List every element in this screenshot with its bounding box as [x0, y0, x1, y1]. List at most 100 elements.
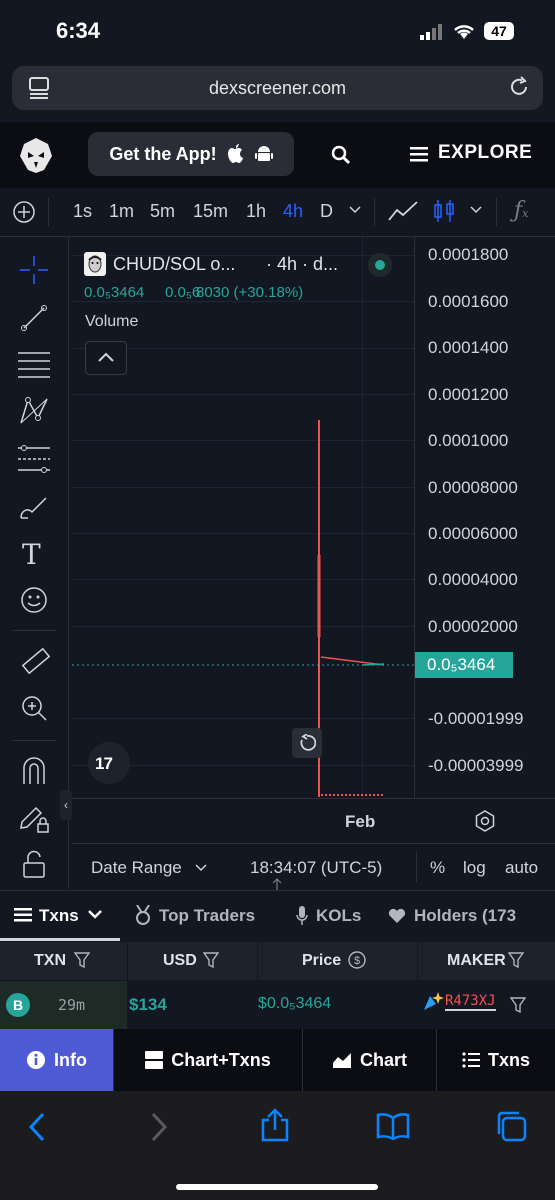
date-range-button[interactable]: Date Range: [91, 858, 182, 878]
txn-age: 29m: [58, 996, 86, 1014]
active-tab-indicator: [0, 938, 120, 941]
chevron-down-icon-4[interactable]: [88, 910, 102, 920]
url-text: dexscreener.com: [208, 78, 347, 98]
tab-holders[interactable]: Holders (173: [414, 906, 516, 926]
crosshair-icon[interactable]: [20, 256, 48, 284]
line-chart-icon[interactable]: [388, 200, 418, 222]
current-price-tag: 0.0₅3464: [415, 652, 513, 678]
dexscreener-logo[interactable]: [18, 136, 54, 174]
filter-icon[interactable]: [510, 997, 526, 1013]
menu-icon[interactable]: [410, 146, 428, 162]
y-tick: 0.0001000: [428, 431, 509, 450]
col-maker[interactable]: MAKER: [447, 952, 506, 970]
y-tick: 0.0001800: [428, 245, 509, 264]
toolbar-divider: [48, 198, 49, 226]
tf-d[interactable]: D: [320, 201, 333, 222]
filter-icon[interactable]: [203, 952, 219, 968]
tf-4h[interactable]: 4h: [283, 201, 303, 222]
info-tab-label: Info: [54, 1049, 87, 1070]
share-icon[interactable]: [260, 1108, 290, 1142]
reset-chart-button[interactable]: [292, 728, 322, 758]
search-icon[interactable]: [331, 145, 351, 165]
get-app-button[interactable]: Get the App!: [88, 132, 294, 176]
tab-txns[interactable]: Txns: [39, 906, 79, 926]
magnet-icon[interactable]: [20, 756, 48, 786]
forward-icon[interactable]: [148, 1112, 168, 1142]
chevron-down-icon-2[interactable]: [470, 206, 482, 214]
add-indicator-icon[interactable]: [12, 200, 36, 224]
brush-icon[interactable]: [18, 494, 50, 522]
tab-top-traders[interactable]: Top Traders: [159, 906, 255, 926]
tabs-icon[interactable]: [495, 1110, 527, 1142]
list-icon: [14, 908, 32, 922]
buy-badge: B: [6, 993, 30, 1017]
heart-icon: [388, 908, 406, 924]
price-series: [72, 237, 414, 797]
fib-icon[interactable]: [18, 444, 50, 474]
col-usd[interactable]: USD: [163, 952, 197, 970]
text-tool-icon[interactable]: T: [22, 538, 41, 571]
back-icon[interactable]: [28, 1112, 48, 1142]
chart-txns-tab[interactable]: Chart+Txns: [114, 1029, 302, 1091]
chevron-down-icon-3[interactable]: [195, 864, 207, 872]
pattern-icon[interactable]: [18, 396, 50, 426]
log-toggle[interactable]: log: [463, 858, 486, 878]
ruler-icon[interactable]: [20, 646, 50, 676]
percent-toggle[interactable]: %: [430, 858, 445, 878]
unlock-icon[interactable]: [22, 850, 48, 878]
txn-price: $0.0₅3464: [258, 995, 332, 1012]
tf-1s[interactable]: 1s: [73, 201, 92, 222]
toolbar-divider-2: [374, 198, 375, 226]
info-tab[interactable]: Info: [0, 1029, 113, 1091]
microphone-icon: [296, 906, 308, 926]
apple-icon: [227, 144, 243, 163]
timezone-clock[interactable]: 18:34:07 (UTC-5): [250, 858, 382, 878]
tf-5m[interactable]: 5m: [150, 201, 175, 222]
col-divider: [417, 942, 418, 980]
reset-icon: [300, 734, 316, 751]
horizontal-lines-icon[interactable]: [18, 350, 50, 380]
tools-divider: [12, 630, 56, 631]
auto-toggle[interactable]: auto: [505, 858, 538, 878]
y-tick: -0.00001999: [428, 709, 524, 728]
maker-address[interactable]: R473XJ: [445, 993, 496, 1011]
tf-1h[interactable]: 1h: [246, 201, 266, 222]
y-tick: 0.0001600: [428, 292, 509, 311]
chevron-down-icon[interactable]: [349, 206, 361, 214]
explore-button[interactable]: EXPLORE: [438, 142, 532, 164]
col-txn[interactable]: TXN: [34, 952, 66, 970]
tf-1m[interactable]: 1m: [109, 201, 134, 222]
area-chart-icon: [332, 1053, 351, 1068]
list-icon: [462, 1052, 480, 1068]
wifi-icon: [452, 22, 476, 40]
battery-icon: 47: [484, 22, 514, 40]
chart-tab[interactable]: Chart: [303, 1029, 436, 1091]
info-icon: [27, 1051, 45, 1069]
filter-icon[interactable]: [74, 952, 90, 968]
x-tick-feb: Feb: [345, 812, 376, 831]
currency-toggle-icon[interactable]: $: [348, 951, 366, 969]
zoom-in-icon[interactable]: [20, 694, 48, 722]
col-price[interactable]: Price: [302, 952, 341, 970]
tradingview-logo[interactable]: 17: [88, 742, 130, 784]
settings-icon[interactable]: [474, 810, 496, 832]
txns-tab[interactable]: Txns: [437, 1029, 555, 1091]
txn-usd: $134: [129, 995, 167, 1014]
tab-kols[interactable]: KOLs: [316, 906, 361, 926]
filter-icon[interactable]: [508, 952, 524, 968]
collapse-toolbar-icon[interactable]: ‹: [60, 790, 72, 820]
reload-icon[interactable]: [508, 76, 530, 98]
emoji-icon[interactable]: [20, 586, 48, 614]
tf-15m[interactable]: 15m: [193, 201, 228, 222]
lock-draw-icon[interactable]: [18, 802, 50, 834]
signal-icon: [420, 24, 444, 40]
y-tick: 0.0001200: [428, 385, 509, 404]
trend-line-icon[interactable]: [20, 304, 48, 332]
y-tick: 0.00002000: [428, 617, 518, 636]
home-indicator: [176, 1184, 378, 1190]
function-icon[interactable]: ƒx: [514, 198, 528, 223]
bookmarks-icon[interactable]: [376, 1112, 410, 1140]
toolbar-divider-3: [496, 198, 497, 226]
txns-tab-label: Txns: [487, 1049, 530, 1070]
candles-icon[interactable]: [432, 198, 456, 224]
